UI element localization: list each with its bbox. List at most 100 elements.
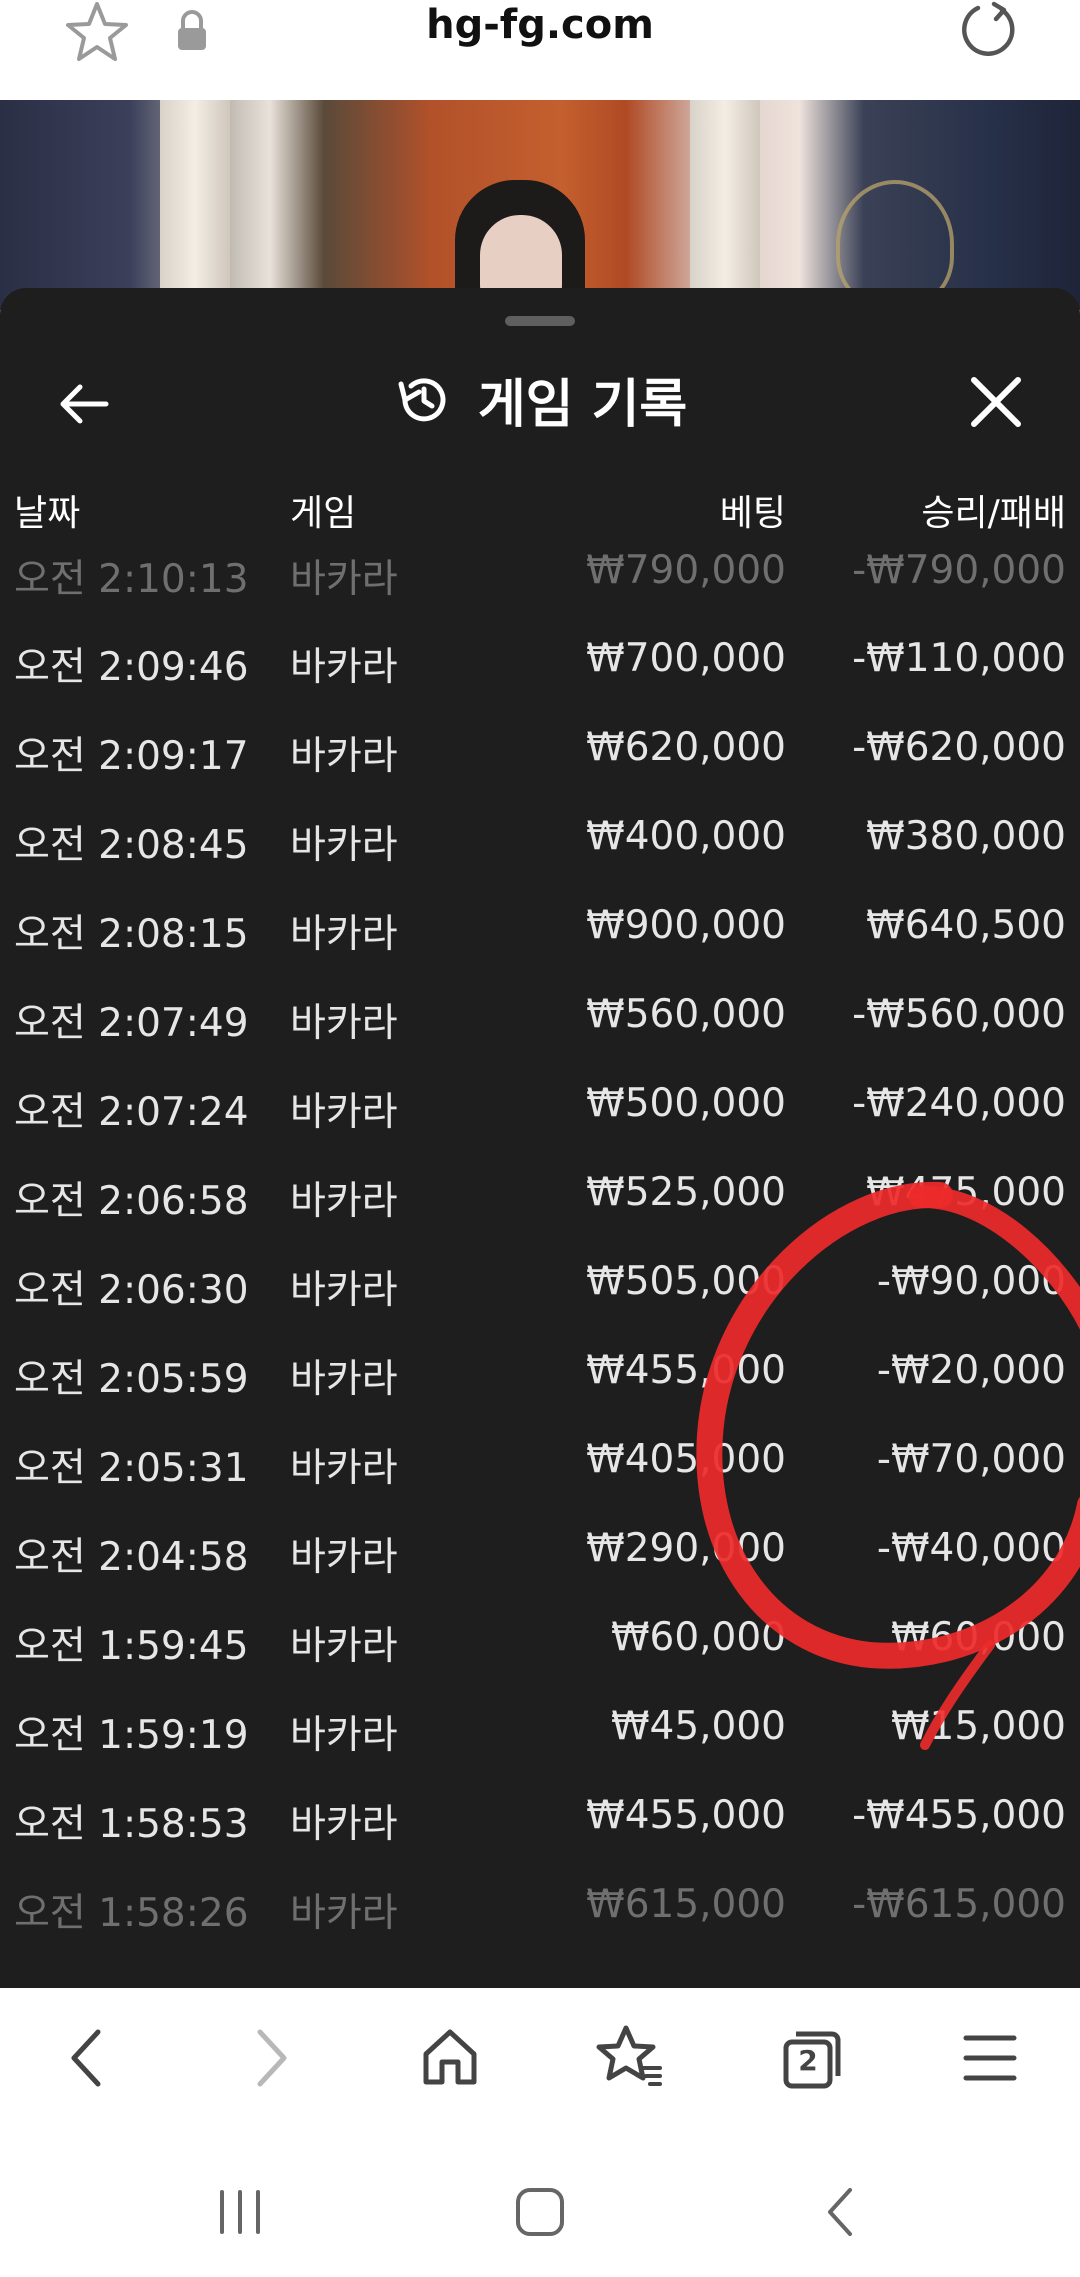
row-time: 오전 2:09:46 (14, 645, 249, 690)
home-button-icon[interactable] (510, 2182, 570, 2242)
row-time: 오전 1:58:26 (14, 1891, 249, 1936)
row-bet: ₩455,000 (586, 1348, 786, 1393)
row-time: 오전 2:08:45 (14, 823, 249, 868)
table-row[interactable]: 오전 1:59:19 바카라 ₩45,000 ₩15,000 (0, 1686, 1080, 1775)
url-field[interactable]: hg-fg.com (0, 2, 1080, 48)
row-game: 바카라 (290, 1179, 398, 1224)
table-row[interactable]: 오전 2:08:15 바카라 ₩900,000 ₩640,500 (0, 885, 1080, 974)
reload-icon[interactable] (952, 0, 1024, 68)
row-result: -₩620,000 (852, 725, 1066, 770)
table-row[interactable]: 오전 1:58:53 바카라 ₩455,000 -₩455,000 (0, 1775, 1080, 1864)
history-icon (398, 377, 446, 421)
column-header-bet: 베팅 (719, 493, 786, 534)
table-row[interactable]: 오전 2:07:24 바카라 ₩500,000 -₩240,000 (0, 1063, 1080, 1152)
row-bet: ₩455,000 (586, 1793, 786, 1838)
row-time: 오전 2:05:59 (14, 1357, 249, 1402)
table-row[interactable]: 오전 1:58:26 바카라 ₩615,000 -₩615,000 (0, 1864, 1080, 1953)
panel-title: 게임 기록 (477, 375, 688, 435)
row-result: -₩790,000 (852, 548, 1066, 593)
row-game: 바카라 (290, 1535, 398, 1580)
panel-title-group: 게임 기록 (0, 362, 1080, 437)
browser-top-bar: hg-fg.com (0, 0, 1080, 100)
row-result: -₩560,000 (852, 992, 1066, 1037)
browser-bottom-bar: 2 (0, 1988, 1080, 2128)
table-row[interactable]: 오전 2:05:31 바카라 ₩405,000 -₩70,000 (0, 1419, 1080, 1508)
row-bet: ₩400,000 (586, 814, 786, 859)
row-result: ₩475,000 (866, 1170, 1066, 1215)
row-bet: ₩620,000 (586, 725, 786, 770)
row-result: -₩455,000 (852, 1793, 1066, 1838)
row-result: -₩110,000 (852, 636, 1066, 681)
menu-icon[interactable] (950, 2018, 1030, 2098)
close-icon[interactable] (964, 370, 1028, 434)
row-game: 바카라 (290, 1357, 398, 1402)
row-game: 바카라 (290, 1891, 398, 1936)
row-game: 바카라 (290, 645, 398, 690)
row-result: -₩90,000 (876, 1259, 1066, 1304)
table-row[interactable]: 오전 2:09:17 바카라 ₩620,000 -₩620,000 (0, 707, 1080, 796)
row-time: 오전 1:59:19 (14, 1713, 249, 1758)
tabs-button[interactable]: 2 (772, 2018, 852, 2098)
row-bet: ₩525,000 (586, 1170, 786, 1215)
system-back-icon[interactable] (812, 2182, 872, 2242)
column-header-game: 게임 (290, 493, 357, 534)
row-result: ₩15,000 (890, 1704, 1066, 1749)
row-bet: ₩405,000 (586, 1437, 786, 1482)
bookmarks-icon[interactable] (590, 2018, 670, 2098)
row-bet: ₩615,000 (586, 1882, 786, 1927)
row-time: 오전 2:06:30 (14, 1268, 249, 1313)
row-result: -₩615,000 (852, 1882, 1066, 1927)
table-row[interactable]: 오전 2:06:58 바카라 ₩525,000 ₩475,000 (0, 1152, 1080, 1241)
recents-icon[interactable] (210, 2182, 270, 2242)
table-row[interactable]: 오전 2:05:59 바카라 ₩455,000 -₩20,000 (0, 1330, 1080, 1419)
video-pillar (160, 100, 230, 310)
row-result: ₩380,000 (866, 814, 1066, 859)
table-row[interactable]: 오전 1:59:45 바카라 ₩60,000 ₩60,000 (0, 1597, 1080, 1686)
row-time: 오전 2:08:15 (14, 912, 249, 957)
table-row[interactable]: 오전 2:06:30 바카라 ₩505,000 -₩90,000 (0, 1241, 1080, 1330)
row-result: -₩70,000 (876, 1437, 1066, 1482)
row-bet: ₩505,000 (586, 1259, 786, 1304)
row-time: 오전 2:07:24 (14, 1090, 249, 1135)
row-game: 바카라 (290, 557, 398, 602)
video-pillar (690, 100, 760, 310)
system-navigation-bar (0, 2128, 1080, 2277)
row-game: 바카라 (290, 912, 398, 957)
back-icon[interactable] (48, 2018, 128, 2098)
forward-icon[interactable] (230, 2018, 310, 2098)
column-header-date: 날짜 (14, 493, 81, 534)
row-time: 오전 2:10:13 (14, 557, 249, 602)
row-bet: ₩560,000 (586, 992, 786, 1037)
row-bet: ₩45,000 (610, 1704, 786, 1749)
row-game: 바카라 (290, 1090, 398, 1135)
row-bet: ₩700,000 (586, 636, 786, 681)
row-time: 오전 2:05:31 (14, 1446, 249, 1491)
row-bet: ₩900,000 (586, 903, 786, 948)
live-video-background (0, 100, 1080, 310)
drag-handle[interactable] (505, 316, 575, 326)
table-row[interactable]: 오전 2:04:58 바카라 ₩290,000 -₩40,000 (0, 1508, 1080, 1597)
table-row[interactable]: 오전 2:09:46 바카라 ₩700,000 -₩110,000 (0, 618, 1080, 707)
row-time: 오전 2:06:58 (14, 1179, 249, 1224)
row-time: 오전 1:59:45 (14, 1624, 249, 1669)
row-game: 바카라 (290, 1624, 398, 1669)
game-history-panel: 게임 기록 날짜 게임 베팅 승리/패배 오전 2:10:13 바카라 ₩790… (0, 288, 1080, 1988)
row-result: ₩60,000 (890, 1615, 1066, 1660)
row-time: 오전 2:07:49 (14, 1001, 249, 1046)
panel-header: 게임 기록 (0, 348, 1080, 448)
row-result: ₩640,500 (866, 903, 1066, 948)
row-time: 오전 2:09:17 (14, 734, 249, 779)
table-row[interactable]: 오전 2:07:49 바카라 ₩560,000 -₩560,000 (0, 974, 1080, 1063)
table-row[interactable]: 오전 2:08:45 바카라 ₩400,000 ₩380,000 (0, 796, 1080, 885)
table-header: 날짜 게임 베팅 승리/패배 (0, 484, 1080, 544)
row-result: -₩240,000 (852, 1081, 1066, 1126)
history-table-body[interactable]: 오전 2:10:13 바카라 ₩790,000 -₩790,000 오전 2:0… (0, 548, 1080, 1953)
row-game: 바카라 (290, 1713, 398, 1758)
row-game: 바카라 (290, 823, 398, 868)
table-row[interactable]: 오전 2:10:13 바카라 ₩790,000 -₩790,000 (0, 548, 1080, 618)
row-game: 바카라 (290, 1001, 398, 1046)
column-header-result: 승리/패배 (921, 493, 1066, 534)
home-icon[interactable] (410, 2018, 490, 2098)
row-result: -₩40,000 (876, 1526, 1066, 1571)
row-game: 바카라 (290, 734, 398, 779)
